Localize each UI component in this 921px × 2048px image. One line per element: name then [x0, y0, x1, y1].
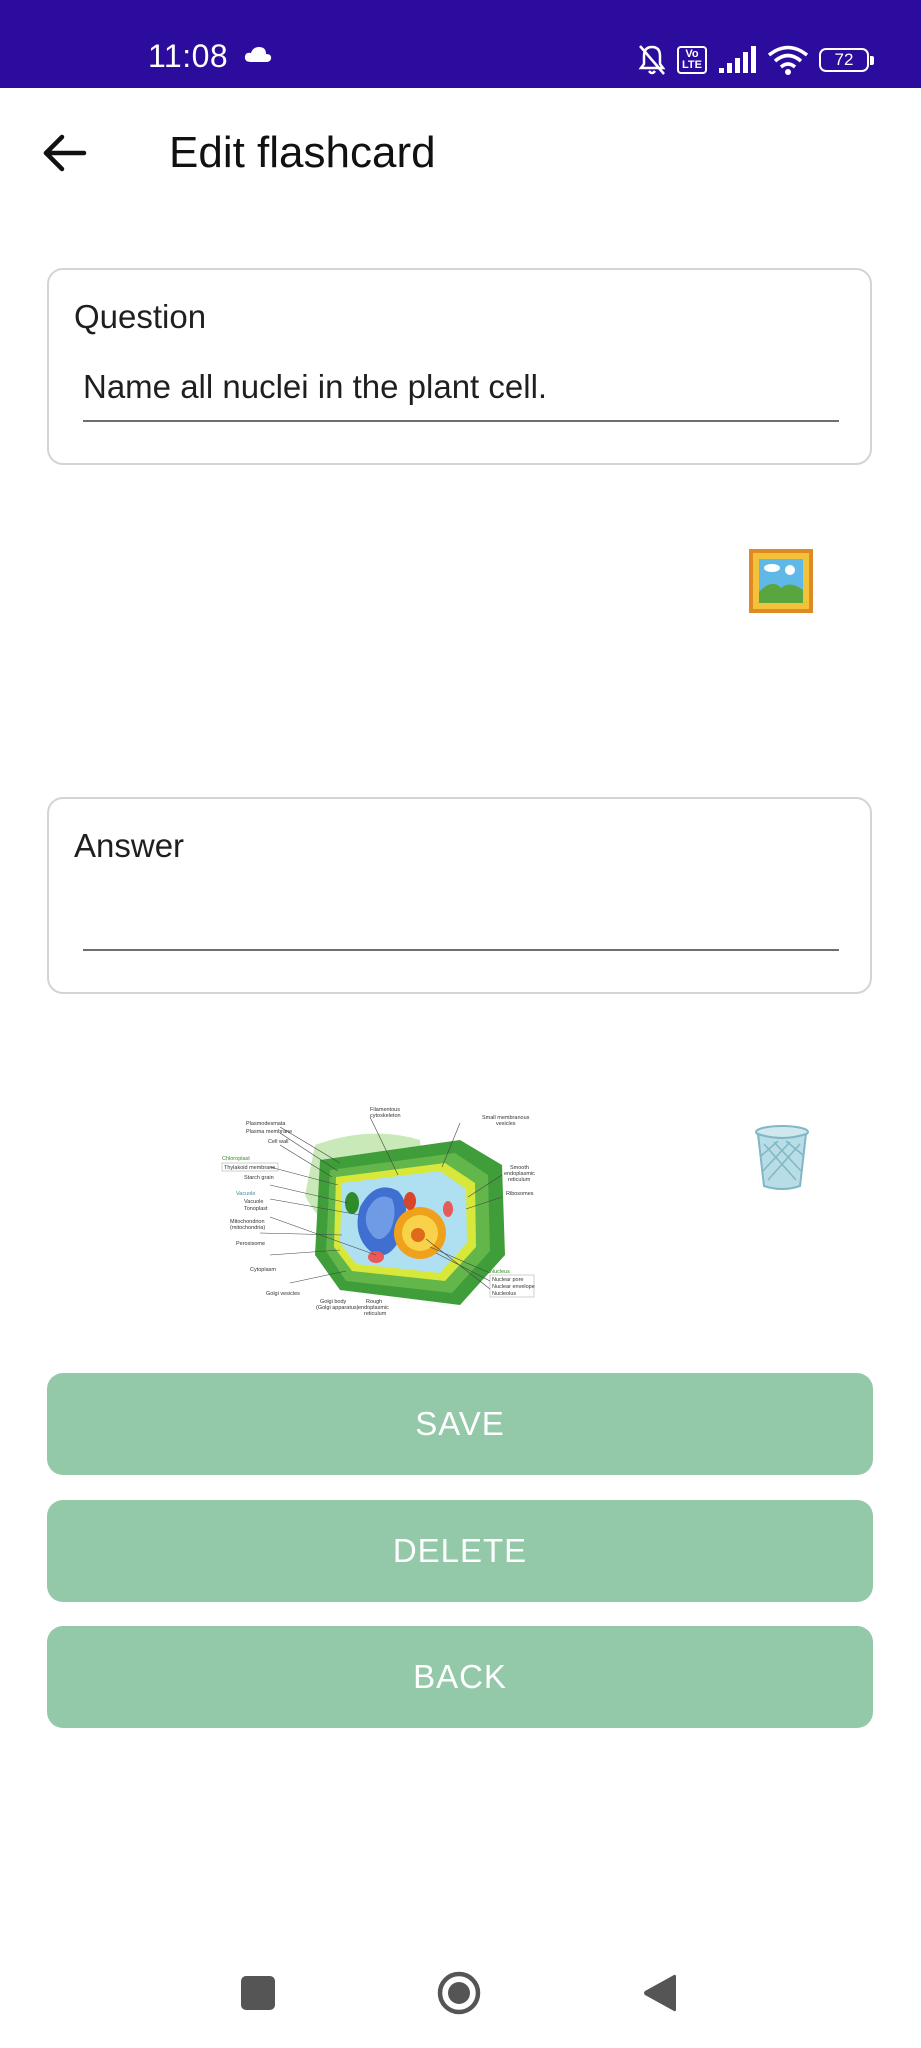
status-time: 11:08: [148, 38, 229, 74]
svg-text:Vacuole: Vacuole: [244, 1199, 263, 1205]
svg-text:Plasma membrane: Plasma membrane: [246, 1129, 292, 1135]
svg-text:Starch grain: Starch grain: [244, 1175, 274, 1181]
save-button[interactable]: SAVE: [47, 1373, 873, 1475]
question-input[interactable]: [83, 362, 839, 422]
battery-level: 72: [834, 50, 854, 69]
wifi-icon: [767, 45, 809, 75]
svg-text:Nucleus: Nucleus: [490, 1269, 510, 1275]
svg-text:cytoskeleton: cytoskeleton: [370, 1113, 401, 1119]
back-button[interactable]: BACK: [47, 1626, 873, 1728]
svg-text:Plasmodesmata: Plasmodesmata: [246, 1121, 286, 1127]
app-bar: Edit flashcard: [0, 88, 921, 224]
answer-label: Answer: [74, 827, 185, 864]
home-circle-icon[interactable]: [436, 1970, 482, 2016]
svg-text:(Golgi apparatus): (Golgi apparatus): [316, 1305, 359, 1311]
svg-text:Chloroplast: Chloroplast: [222, 1156, 250, 1162]
svg-text:Cytoplasm: Cytoplasm: [250, 1267, 276, 1273]
back-triangle-icon[interactable]: [641, 1972, 677, 2014]
question-field: Question: [47, 268, 872, 465]
svg-text:Nuclear envelope: Nuclear envelope: [492, 1284, 535, 1290]
signal-icon: [719, 46, 756, 73]
delete-button[interactable]: DELETE: [47, 1500, 873, 1602]
system-nav-bar: [0, 1940, 921, 2048]
answer-input[interactable]: [83, 891, 839, 951]
question-label: Question: [74, 298, 207, 335]
status-bar: 11:08 Vo LTE 72: [0, 0, 921, 88]
svg-text:Peroxisome: Peroxisome: [236, 1241, 265, 1247]
svg-text:(mitochondria): (mitochondria): [230, 1225, 265, 1231]
mute-bell-icon: [638, 45, 666, 75]
plant-cell-diagram-image: Plasmodesmata Plasma membrane Cell wall …: [221, 1107, 535, 1317]
svg-text:Nucleolus: Nucleolus: [492, 1291, 516, 1297]
cloud-icon: [244, 47, 272, 62]
svg-text:Nuclear pore: Nuclear pore: [492, 1277, 524, 1283]
answer-field: Answer: [47, 797, 872, 994]
svg-text:Ribosomes: Ribosomes: [506, 1191, 534, 1197]
status-icons: Vo LTE 72: [637, 38, 874, 82]
volte-icon: Vo LTE: [677, 46, 707, 74]
arrow-left-icon[interactable]: [40, 128, 90, 178]
svg-text:reticulum: reticulum: [508, 1177, 531, 1183]
svg-text:Vacuole: Vacuole: [236, 1191, 255, 1197]
recents-square-icon[interactable]: [241, 1976, 275, 2010]
svg-text:vesicles: vesicles: [496, 1121, 516, 1127]
svg-text:Golgi vesicles: Golgi vesicles: [266, 1291, 300, 1297]
svg-text:Cell wall: Cell wall: [268, 1139, 288, 1145]
battery-icon: 72: [819, 48, 874, 72]
svg-text:Tonoplast: Tonoplast: [244, 1206, 268, 1212]
svg-text:reticulum: reticulum: [364, 1311, 387, 1317]
framed-picture-icon[interactable]: [748, 548, 814, 614]
trash-can-icon[interactable]: [752, 1124, 812, 1192]
page-title: Edit flashcard: [169, 128, 436, 177]
svg-text:Thylakoid membrane: Thylakoid membrane: [224, 1165, 275, 1171]
